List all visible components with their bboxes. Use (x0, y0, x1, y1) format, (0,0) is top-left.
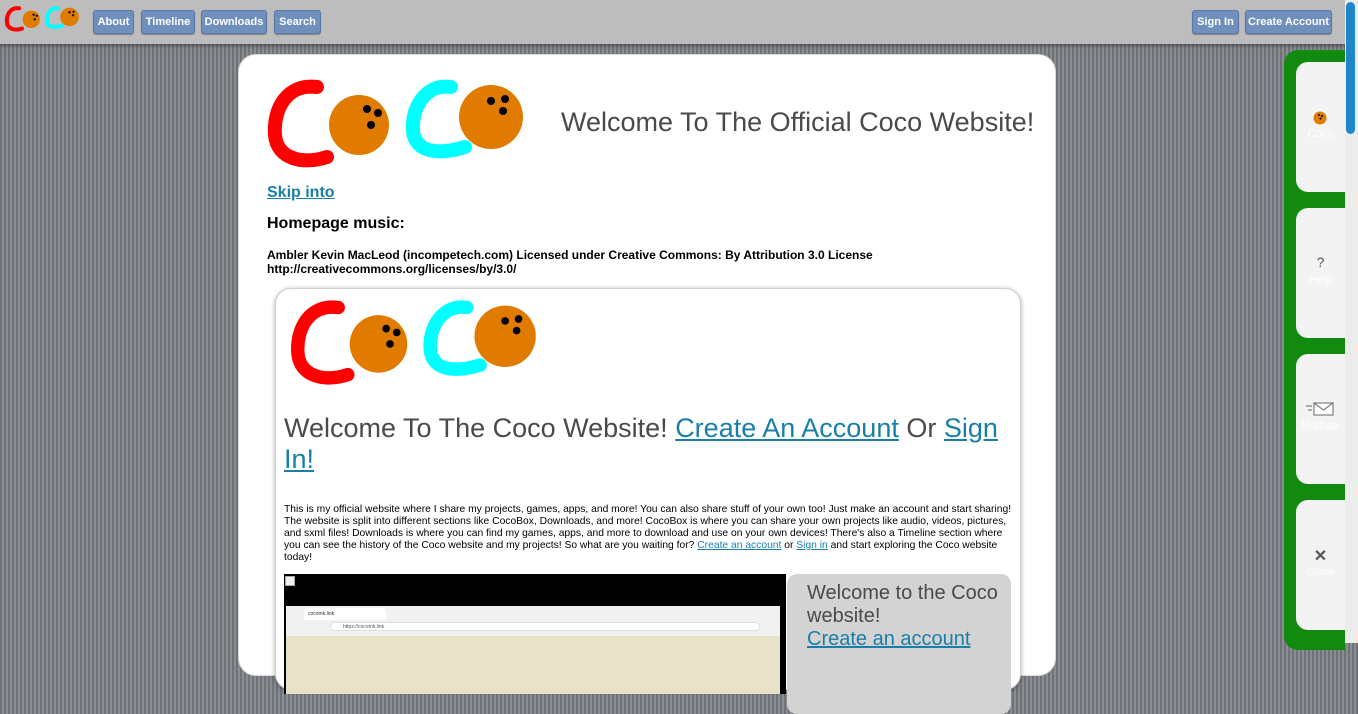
nav-downloads-button[interactable]: Downloads (201, 10, 267, 34)
top-nav-bar: About Timeline Downloads Search Sign In … (0, 0, 1345, 44)
dock-close-label: Close (1306, 566, 1335, 578)
broken-image-icon (285, 576, 295, 586)
dock-mailbox-label: Mailbox (1301, 420, 1340, 432)
screenshot-browser-tab: cocomk.link (304, 608, 386, 620)
side-panel-welcome: Welcome to the Coco website! (807, 582, 998, 627)
screenshot-page-content (286, 636, 780, 694)
coco-logo-large (267, 79, 523, 168)
screenshot-address-bar: https://cocomk.link (330, 622, 760, 631)
coconut-icon (1313, 111, 1327, 125)
nav-timeline-button[interactable]: Timeline (141, 10, 195, 34)
dock-mailbox-button[interactable]: Mailbox (1296, 354, 1345, 484)
mail-icon (1306, 402, 1334, 416)
dock-close-button[interactable]: ✕ Close (1296, 500, 1345, 630)
dock-help-button[interactable]: ? Help (1296, 208, 1345, 338)
dock-coco-label: Coco (1307, 128, 1334, 140)
dock-help-label: Help (1309, 274, 1332, 286)
music-credit: Ambler Kevin MacLeod (incompetech.com) L… (267, 248, 927, 276)
music-credit-line: Ambler Kevin MacLeod (incompetech.com) L… (267, 248, 873, 262)
sign-in-button[interactable]: Sign In (1192, 10, 1239, 34)
website-screenshot: cocomk.link https://cocomk.link (284, 574, 786, 694)
music-license-url: http://creativecommons.org/licenses/by/3… (267, 262, 517, 276)
homepage-music-heading: Homepage music: (267, 215, 405, 232)
side-dock: Coco ? Help Mailbox ✕ Close (1284, 50, 1345, 650)
welcome-side-panel: Welcome to the Coco website! Create an a… (787, 574, 1011, 714)
welcome-heading-or: Or (898, 413, 944, 443)
skip-into-link[interactable]: Skip into (267, 184, 335, 202)
side-panel-create-account-link[interactable]: Create an account (807, 628, 1007, 651)
side-panel-text: Welcome to the Coco website! Create an a… (807, 582, 1007, 651)
intro-paragraph: This is my official website where I shar… (284, 504, 1012, 564)
question-icon: ? (1316, 254, 1325, 270)
intro-or: or (781, 540, 797, 551)
create-account-button[interactable]: Create Account (1245, 10, 1332, 34)
nav-search-button[interactable]: Search (274, 10, 321, 34)
welcome-panel: Welcome To The Coco Website! Create An A… (275, 288, 1021, 714)
coco-logo-inner (291, 300, 536, 385)
intro-create-account-link[interactable]: Create an account (697, 540, 781, 551)
page-scrollbar-thumb[interactable] (1346, 2, 1355, 134)
screenshot-browser-window: cocomk.link https://cocomk.link (286, 606, 780, 694)
nav-about-button[interactable]: About (93, 10, 134, 34)
close-icon: ✕ (1313, 548, 1328, 565)
create-an-account-link[interactable]: Create An Account (675, 413, 899, 443)
main-content-card: Welcome To The Official Coco Website! Sk… (238, 54, 1056, 714)
welcome-heading: Welcome To The Coco Website! Create An A… (284, 413, 1004, 475)
coco-logo[interactable] (4, 4, 80, 34)
dock-coco-button[interactable]: Coco (1296, 62, 1345, 192)
page-title: Welcome To The Official Coco Website! (561, 107, 1035, 137)
welcome-heading-text: Welcome To The Coco Website! (284, 413, 676, 443)
intro-sign-in-link[interactable]: Sign in (796, 540, 827, 551)
